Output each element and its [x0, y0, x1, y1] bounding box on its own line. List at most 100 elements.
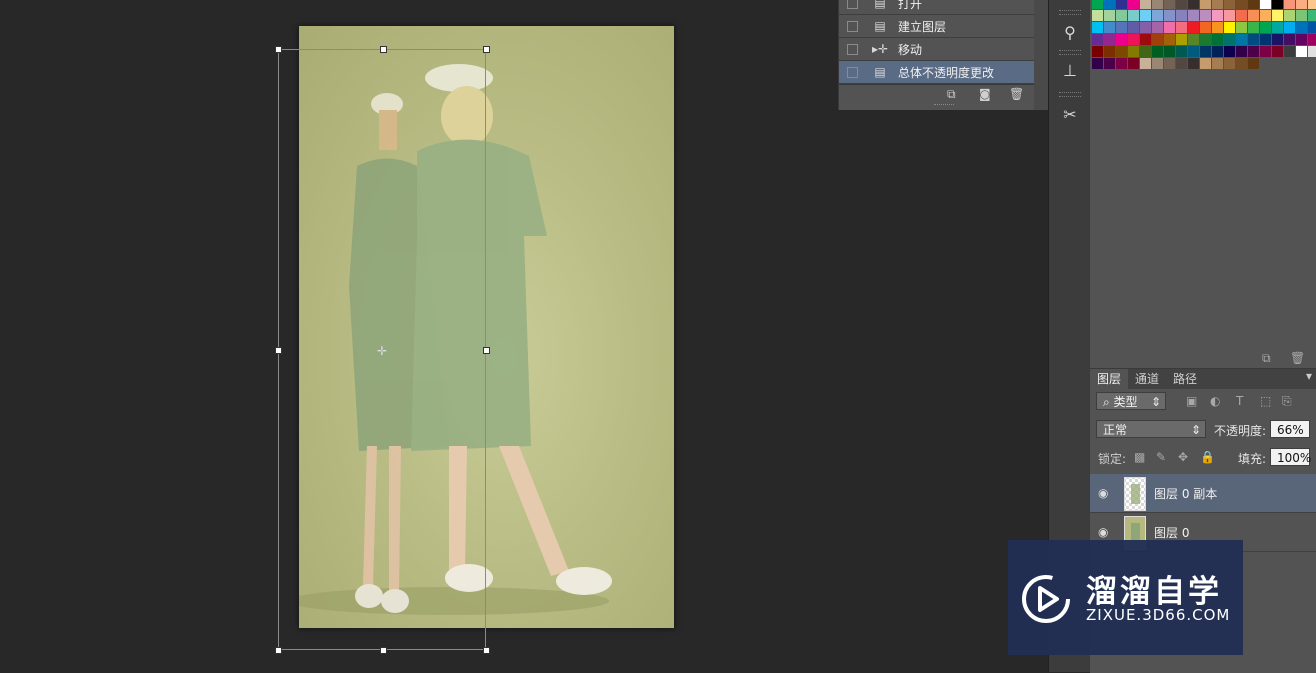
color-swatch[interactable]: [1236, 0, 1247, 9]
transform-handle-top-left[interactable]: [275, 46, 282, 53]
color-swatch[interactable]: [1248, 58, 1259, 69]
panel-menu-icon[interactable]: ▾: [1306, 369, 1316, 389]
transform-handle-bottom-center[interactable]: [380, 647, 387, 654]
tool-presets-icon[interactable]: ✂: [1057, 102, 1083, 128]
camera-snapshot-icon[interactable]: ◙: [979, 87, 991, 101]
trash-icon[interactable]: 🗑: [1290, 351, 1305, 365]
color-swatch[interactable]: [1284, 10, 1295, 21]
color-swatch[interactable]: [1308, 10, 1316, 21]
color-swatch[interactable]: [1104, 10, 1115, 21]
opacity-input[interactable]: 66%: [1270, 420, 1310, 438]
color-swatch[interactable]: [1188, 46, 1199, 57]
color-swatch[interactable]: [1212, 34, 1223, 45]
color-swatch[interactable]: [1236, 10, 1247, 21]
color-swatch[interactable]: [1164, 46, 1175, 57]
color-swatch[interactable]: [1116, 58, 1127, 69]
color-swatch[interactable]: [1116, 0, 1127, 9]
color-swatch[interactable]: [1152, 0, 1163, 9]
color-swatch[interactable]: [1176, 46, 1187, 57]
color-swatch[interactable]: [1236, 58, 1247, 69]
dock-grip[interactable]: [1059, 10, 1081, 15]
color-swatch[interactable]: [1212, 46, 1223, 57]
tab-layers[interactable]: 图层: [1090, 369, 1129, 389]
color-swatch[interactable]: [1128, 22, 1139, 33]
color-swatch[interactable]: [1284, 46, 1295, 57]
filter-shape-icon[interactable]: ⬚: [1260, 394, 1271, 408]
color-swatch[interactable]: [1152, 22, 1163, 33]
color-swatch[interactable]: [1236, 46, 1247, 57]
color-swatch[interactable]: [1272, 0, 1283, 9]
transform-handle-middle-left[interactable]: [275, 347, 282, 354]
color-swatch[interactable]: [1260, 34, 1271, 45]
color-swatch[interactable]: [1104, 22, 1115, 33]
transform-handle-top-center[interactable]: [380, 46, 387, 53]
color-swatch[interactable]: [1140, 10, 1151, 21]
color-swatch[interactable]: [1116, 10, 1127, 21]
color-swatch[interactable]: [1116, 22, 1127, 33]
history-item-new-layer[interactable]: ▤ 建立图层: [839, 15, 1034, 38]
color-swatch[interactable]: [1200, 58, 1211, 69]
fill-input[interactable]: 100%: [1270, 448, 1311, 466]
color-swatch[interactable]: [1176, 22, 1187, 33]
color-swatch[interactable]: [1140, 34, 1151, 45]
color-swatch[interactable]: [1104, 46, 1115, 57]
history-source-checkbox[interactable]: [847, 66, 858, 78]
color-swatch[interactable]: [1224, 58, 1235, 69]
color-swatch[interactable]: [1224, 10, 1235, 21]
history-source-checkbox[interactable]: [847, 20, 858, 32]
color-swatch[interactable]: [1248, 0, 1259, 9]
color-swatch[interactable]: [1092, 10, 1103, 21]
color-swatch[interactable]: [1200, 0, 1211, 9]
color-swatch[interactable]: [1152, 58, 1163, 69]
color-swatch[interactable]: [1200, 22, 1211, 33]
color-swatch[interactable]: [1104, 34, 1115, 45]
color-swatch[interactable]: [1248, 22, 1259, 33]
lock-image-pixels-icon[interactable]: ✎: [1156, 450, 1166, 464]
color-swatch[interactable]: [1296, 10, 1307, 21]
color-swatch[interactable]: [1152, 46, 1163, 57]
color-swatch[interactable]: [1224, 46, 1235, 57]
color-swatch[interactable]: [1128, 10, 1139, 21]
color-swatch[interactable]: [1140, 22, 1151, 33]
color-swatch[interactable]: [1248, 34, 1259, 45]
new-swatch-icon[interactable]: ⧉: [1262, 351, 1271, 366]
blend-mode-select[interactable]: 正常 ⇕: [1096, 420, 1206, 438]
color-swatch[interactable]: [1260, 22, 1271, 33]
color-swatch[interactable]: [1296, 0, 1307, 9]
lock-position-icon[interactable]: ✥: [1178, 450, 1188, 464]
filter-pixel-icon[interactable]: ▣: [1186, 394, 1197, 408]
color-swatch[interactable]: [1260, 0, 1271, 9]
color-swatch[interactable]: [1272, 34, 1283, 45]
color-swatch[interactable]: [1176, 58, 1187, 69]
color-swatch[interactable]: [1308, 22, 1316, 33]
color-swatch[interactable]: [1188, 22, 1199, 33]
color-swatch[interactable]: [1212, 10, 1223, 21]
color-swatch[interactable]: [1200, 10, 1211, 21]
dock-grip[interactable]: [1059, 50, 1081, 55]
transform-handle-top-right[interactable]: [483, 46, 490, 53]
transform-handle-bottom-left[interactable]: [275, 647, 282, 654]
color-swatch[interactable]: [1212, 58, 1223, 69]
color-swatch[interactable]: [1128, 58, 1139, 69]
panel-resize-grip[interactable]: [934, 104, 954, 108]
color-swatch[interactable]: [1284, 34, 1295, 45]
history-source-checkbox[interactable]: [847, 0, 858, 9]
new-document-from-state-icon[interactable]: ⧉: [947, 87, 956, 102]
color-swatch[interactable]: [1260, 10, 1271, 21]
transform-center-point-icon[interactable]: ✛: [377, 344, 387, 358]
color-swatch[interactable]: [1176, 0, 1187, 9]
tab-paths[interactable]: 路径: [1166, 369, 1204, 389]
color-swatch[interactable]: [1188, 10, 1199, 21]
color-swatch[interactable]: [1104, 58, 1115, 69]
color-swatch[interactable]: [1296, 46, 1307, 57]
transform-handle-bottom-right[interactable]: [483, 647, 490, 654]
layer-name[interactable]: 图层 0 副本: [1154, 485, 1217, 502]
color-swatch[interactable]: [1164, 10, 1175, 21]
filter-smart-object-icon[interactable]: ⎘: [1282, 394, 1292, 409]
color-swatch[interactable]: [1116, 34, 1127, 45]
filter-type-icon[interactable]: T: [1236, 394, 1243, 408]
color-swatch[interactable]: [1284, 22, 1295, 33]
color-swatch[interactable]: [1284, 0, 1295, 9]
color-swatch[interactable]: [1128, 46, 1139, 57]
color-swatch[interactable]: [1140, 0, 1151, 9]
